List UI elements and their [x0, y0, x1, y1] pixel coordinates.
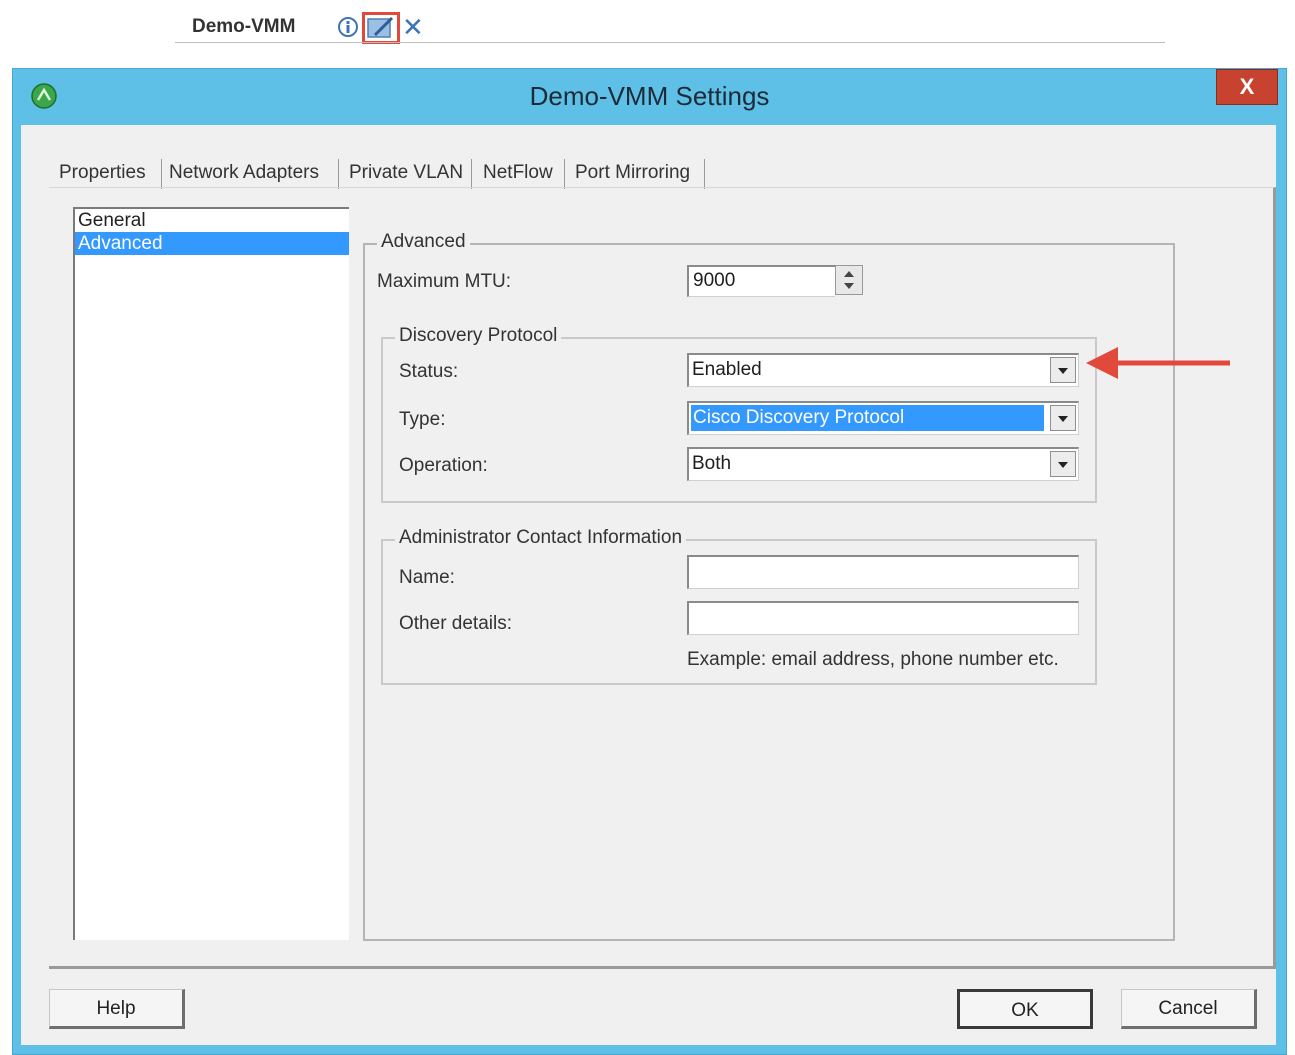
type-dropdown-button[interactable] — [1050, 405, 1076, 431]
type-select[interactable]: Cisco Discovery Protocol — [687, 401, 1079, 435]
other-details-hint: Example: email address, phone number etc… — [687, 649, 1059, 670]
ok-button[interactable]: OK — [957, 989, 1093, 1029]
tab-separator — [564, 159, 565, 189]
chevron-down-icon — [1058, 462, 1068, 468]
settings-dialog: Demo-VMM Settings X Properties Network A… — [12, 68, 1287, 1055]
advanced-legend: Advanced — [377, 231, 470, 253]
other-details-label: Other details: — [399, 613, 512, 634]
other-details-input[interactable] — [687, 601, 1079, 635]
operation-value: Both — [692, 453, 732, 474]
discovery-protocol-group: Discovery Protocol Status: Enabled Type:… — [381, 325, 1097, 503]
cancel-button[interactable]: Cancel — [1121, 989, 1257, 1029]
discovery-legend: Discovery Protocol — [395, 325, 562, 347]
advanced-content: Advanced Maximum MTU: 9000 Discovery Pro… — [363, 231, 1175, 941]
settings-nav-list: General Advanced — [73, 207, 349, 940]
info-icon[interactable] — [337, 16, 359, 38]
mtu-label: Maximum MTU: — [377, 271, 512, 292]
name-label: Name: — [399, 567, 455, 588]
header-divider — [175, 42, 1165, 43]
admin-contact-legend: Administrator Contact Information — [395, 527, 687, 549]
type-value: Cisco Discovery Protocol — [691, 405, 1044, 431]
tab-separator — [161, 159, 162, 189]
close-x-icon[interactable]: ✕ — [402, 14, 424, 40]
mtu-input[interactable]: 9000 — [687, 265, 835, 297]
tab-properties[interactable]: Properties — [55, 157, 150, 189]
tab-separator — [704, 159, 705, 189]
edit-icon — [367, 16, 394, 38]
nav-item-general[interactable]: General — [75, 209, 349, 232]
tab-separator — [471, 159, 472, 189]
tab-port-mirroring[interactable]: Port Mirroring — [571, 157, 694, 189]
status-select[interactable]: Enabled — [687, 353, 1079, 387]
status-label: Status: — [399, 361, 459, 382]
page-title: Demo-VMM — [192, 16, 296, 37]
operation-dropdown-button[interactable] — [1050, 451, 1076, 477]
edit-settings-button[interactable] — [362, 12, 400, 44]
stepper-down-icon — [844, 283, 854, 289]
chevron-down-icon — [1058, 416, 1068, 422]
dialog-close-button[interactable]: X — [1216, 69, 1278, 105]
stepper-up-icon — [844, 271, 854, 277]
nav-item-advanced[interactable]: Advanced — [75, 232, 349, 255]
admin-contact-group: Administrator Contact Information Name: … — [381, 527, 1097, 685]
name-input[interactable] — [687, 555, 1079, 589]
dialog-title: Demo-VMM Settings — [529, 81, 770, 111]
tab-separator — [338, 159, 339, 189]
mtu-stepper[interactable] — [835, 265, 863, 295]
status-value: Enabled — [692, 359, 762, 380]
help-button[interactable]: Help — [49, 989, 185, 1029]
operation-select[interactable]: Both — [687, 447, 1079, 481]
tab-private-vlan[interactable]: Private VLAN — [345, 157, 467, 189]
chevron-down-icon — [1058, 368, 1068, 374]
status-dropdown-button[interactable] — [1050, 357, 1076, 383]
annotation-arrow-icon — [1086, 347, 1230, 379]
tab-netflow[interactable]: NetFlow — [479, 157, 557, 189]
operation-label: Operation: — [399, 455, 488, 476]
tab-network-adapters[interactable]: Network Adapters — [165, 157, 323, 189]
type-label: Type: — [399, 409, 446, 430]
dialog-client-area: Properties Network Adapters Private VLAN… — [21, 125, 1276, 1045]
